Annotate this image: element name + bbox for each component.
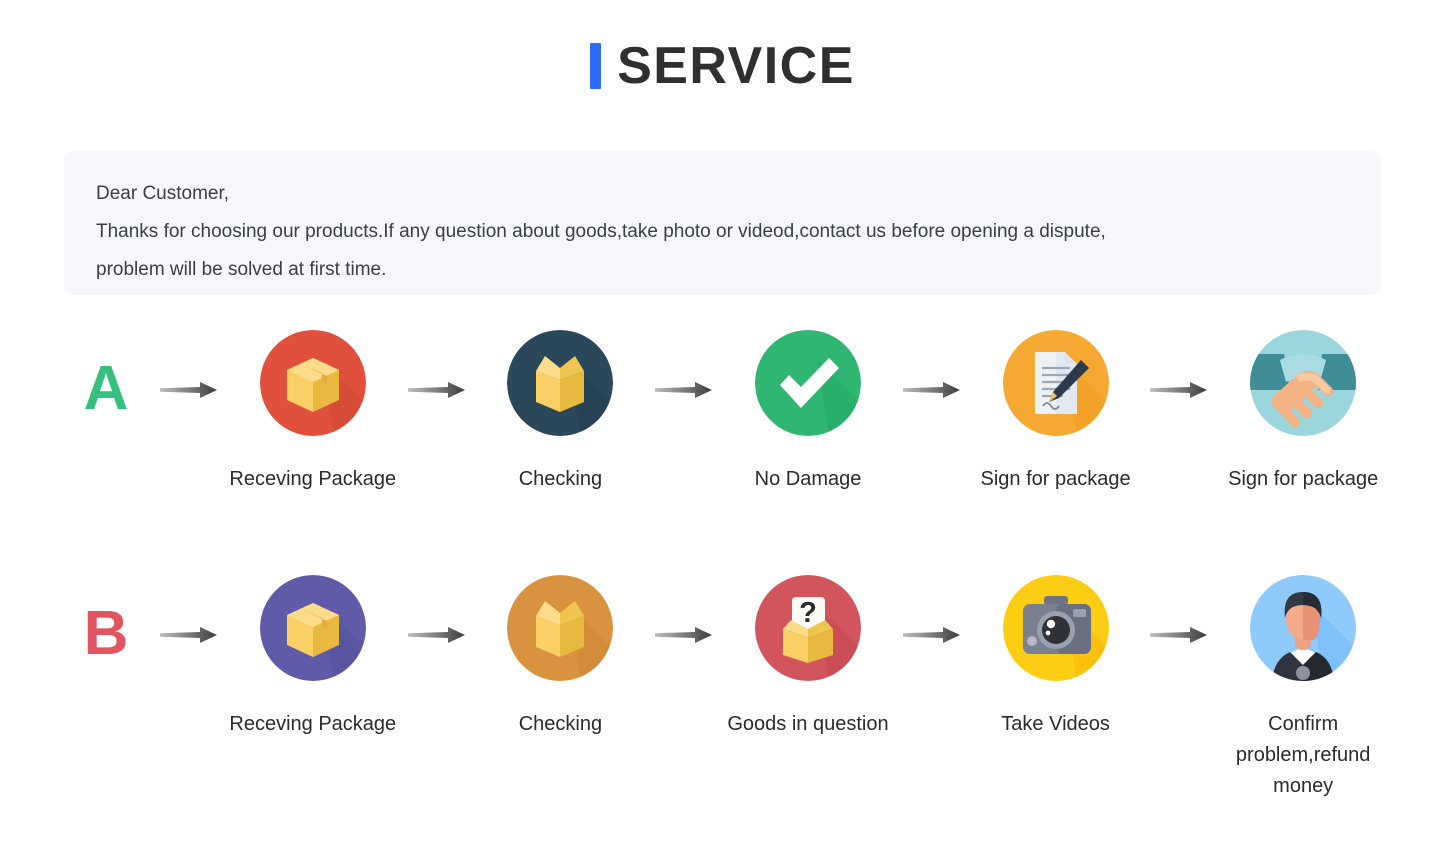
question-box-icon: ? — [754, 575, 861, 681]
flow-step: Confirm problem,refund money — [1216, 575, 1390, 802]
arrow-right-icon — [400, 330, 474, 400]
arrow-right-icon — [152, 575, 226, 645]
flow-step-label: Goods in question — [727, 713, 889, 735]
arrow-right-icon — [895, 575, 969, 645]
sign-document-icon — [1002, 330, 1109, 436]
notice-line-3: problem will be solved at first time. — [96, 259, 387, 280]
flow-badge-letter: B — [83, 599, 129, 668]
flow-badge-letter: A — [83, 354, 129, 423]
arrow-right-icon — [1142, 330, 1216, 400]
arrow-right-icon — [1142, 575, 1216, 645]
title-accent-bar — [590, 43, 602, 89]
svg-text:?: ? — [799, 597, 817, 629]
flow-step: Take Videos — [969, 575, 1143, 740]
person-support-icon — [1250, 575, 1357, 681]
flow-step: Sign for package — [969, 330, 1143, 495]
customer-notice-panel: Dear Customer, Thanks for choosing our p… — [64, 151, 1381, 295]
open-box-icon — [507, 330, 614, 436]
flow-step: Checking — [474, 330, 648, 495]
camera-icon — [1002, 575, 1109, 681]
flow-row-b: B Receving Package Checking? Goods in quest… — [60, 575, 1390, 802]
arrow-right-icon — [647, 575, 721, 645]
page-title: SERVICE — [590, 40, 855, 92]
notice-line-1: Dear Customer, — [96, 183, 230, 204]
flow-step: Sign for package — [1216, 330, 1390, 495]
flow-step-label: No Damage — [754, 468, 862, 490]
closed-box-icon — [259, 330, 366, 436]
arrow-right-icon — [895, 330, 969, 400]
page-title-text: SERVICE — [617, 37, 855, 95]
notice-line-2: Thanks for choosing our products.If any … — [96, 221, 1106, 242]
flow-step-label: Take Videos — [1001, 713, 1110, 735]
flow-badge-a: A — [60, 330, 152, 420]
page-header: SERVICE — [0, 0, 1445, 94]
flow-step: No Damage — [721, 330, 895, 495]
flow-step: ? Goods in question — [721, 575, 895, 740]
handshake-icon — [1250, 330, 1357, 436]
arrow-right-icon — [647, 330, 721, 400]
flow-step-label: Checking — [518, 713, 603, 735]
flow-step-label: Receving Package — [229, 713, 397, 735]
flow-step-label: Receving Package — [229, 468, 397, 490]
check-mark-icon — [754, 330, 861, 436]
flow-step: Checking — [474, 575, 648, 740]
open-box-icon — [507, 575, 614, 681]
flow-row-a: A Receving Package Checking No Damage Sign f… — [60, 330, 1390, 495]
flow-step-label: Confirm problem,refund money — [1235, 713, 1371, 797]
flow-step: Receving Package — [226, 575, 400, 740]
flow-badge-b: B — [60, 575, 152, 665]
flow-step: Receving Package — [226, 330, 400, 495]
flow-step-label: Sign for package — [980, 468, 1131, 490]
arrow-right-icon — [400, 575, 474, 645]
arrow-right-icon — [152, 330, 226, 400]
flow-step-label: Sign for package — [1228, 468, 1379, 490]
closed-box-icon — [259, 575, 366, 681]
flow-step-label: Checking — [518, 468, 603, 490]
